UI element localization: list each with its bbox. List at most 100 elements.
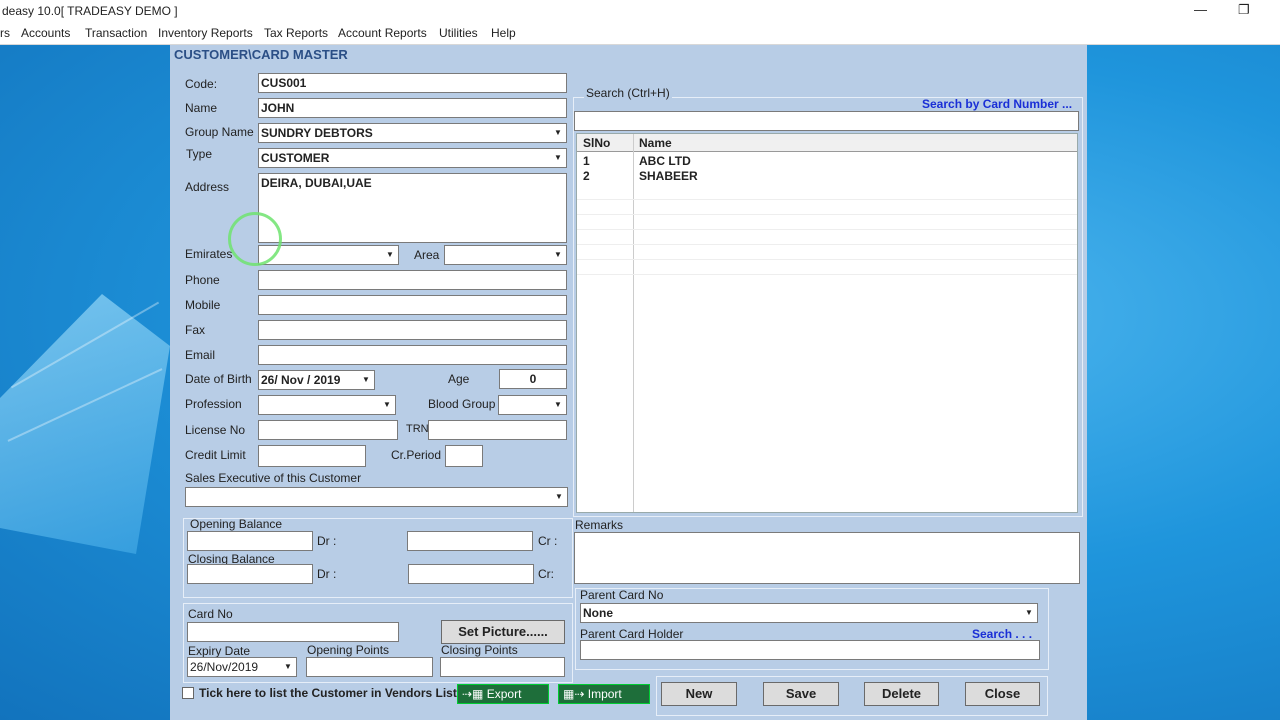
phone-label: Phone [185,273,220,287]
card-no-input[interactable] [187,622,399,642]
grid-line [577,199,1077,200]
opening-cr-input[interactable] [407,531,533,551]
remarks-label: Remarks [575,518,624,532]
parent-card-no-select[interactable]: None ▼ [580,603,1038,623]
closing-dr-input[interactable] [187,564,313,584]
customer-grid: SlNo Name 1 ABC LTD 2 SHABEER [576,133,1078,513]
search-input[interactable] [574,111,1079,131]
mobile-input[interactable] [258,295,567,315]
chevron-down-icon[interactable]: ▼ [551,397,565,413]
import-label: Import [587,687,622,701]
chevron-down-icon[interactable]: ▼ [281,659,295,675]
menu-item-utilities[interactable]: Utilities [439,26,478,40]
sales-executive-label: Sales Executive of this Customer [185,471,362,485]
chevron-down-icon[interactable]: ▼ [383,247,397,263]
name-input[interactable]: JOHN [258,98,567,118]
trn-label: TRN [406,423,429,435]
background-logo-shape [0,294,170,554]
col-name[interactable]: Name [639,136,672,150]
age-input[interactable]: 0 [499,369,567,389]
credit-limit-input[interactable] [258,445,366,467]
col-slno[interactable]: SlNo [583,136,610,150]
cr-period-input[interactable] [445,445,483,467]
close-button[interactable]: Close [965,682,1040,706]
minimize-icon[interactable]: — [1194,2,1207,17]
opening-dr-label: Dr : [317,534,337,548]
fax-label: Fax [185,323,206,337]
phone-input[interactable] [258,270,567,290]
fax-input[interactable] [258,320,567,340]
email-label: Email [185,348,216,362]
grid-line [577,214,1077,215]
group-name-value: SUNDRY DEBTORS [261,126,373,140]
chevron-down-icon[interactable]: ▼ [551,150,565,166]
chevron-down-icon[interactable]: ▼ [552,489,566,505]
closing-cr-label: Cr: [538,567,554,581]
code-input[interactable]: CUS001 [258,73,567,93]
row-name: ABC LTD [639,154,691,168]
click-highlight-ring [228,212,282,266]
menu-item-partial[interactable]: rs [0,26,10,40]
chevron-down-icon[interactable]: ▼ [1022,605,1036,621]
export-button[interactable]: ⇢▦ Export [457,684,549,704]
opening-points-input[interactable] [306,657,433,677]
grid-line [577,229,1077,230]
opening-dr-input[interactable] [187,531,313,551]
restore-icon[interactable]: ❐ [1238,2,1250,18]
closing-points-input[interactable] [440,657,565,677]
save-button[interactable]: Save [763,682,839,706]
mobile-label: Mobile [185,298,221,312]
form-title: CUSTOMER\CARD MASTER [174,47,348,62]
group-name-select[interactable]: SUNDRY DEBTORS ▼ [258,123,567,143]
opening-balance-label: Opening Balance [190,517,283,531]
menu-item-help[interactable]: Help [491,26,516,40]
parent-search-link[interactable]: Search . . . [972,627,1032,641]
chevron-down-icon[interactable]: ▼ [551,125,565,141]
menu-item-inventory-reports[interactable]: Inventory Reports [158,26,253,40]
expiry-date-value: 26/Nov/2019 [190,660,259,674]
grid-divider [633,134,634,512]
grid-line [577,244,1077,245]
delete-button[interactable]: Delete [864,682,939,706]
email-input[interactable] [258,345,567,365]
set-picture-button[interactable]: Set Picture...... [441,620,565,644]
import-button[interactable]: ▦⇢ Import [558,684,650,704]
type-select[interactable]: CUSTOMER ▼ [258,148,567,168]
trn-input[interactable] [428,420,567,440]
row-name: SHABEER [639,169,698,183]
chevron-down-icon[interactable]: ▼ [551,247,565,263]
search-by-card-link[interactable]: Search by Card Number ... [922,97,1072,111]
address-label: Address [185,180,230,194]
row-slno: 1 [583,154,590,168]
type-value: CUSTOMER [261,151,330,165]
export-label: Export [486,687,522,701]
cr-period-label: Cr.Period [391,448,442,462]
sales-executive-select[interactable]: ▼ [185,487,568,507]
expiry-date-picker[interactable]: 26/Nov/2019 ▼ [187,657,297,677]
excel-export-icon: ⇢▦ [462,687,487,701]
menu-item-tax-reports[interactable]: Tax Reports [264,26,328,40]
chevron-down-icon[interactable]: ▼ [380,397,394,413]
parent-card-no-value: None [583,606,613,620]
type-label: Type [186,147,213,161]
address-textarea[interactable]: DEIRA, DUBAI,UAE [258,173,567,243]
dob-picker[interactable]: 26/ Nov / 2019 ▼ [258,370,375,390]
remarks-textarea[interactable] [574,532,1080,584]
new-button[interactable]: New [661,682,737,706]
area-select[interactable]: ▼ [444,245,567,265]
menu-item-transaction[interactable]: Transaction [85,26,147,40]
dob-value: 26/ Nov / 2019 [261,373,341,387]
license-no-input[interactable] [258,420,398,440]
chevron-down-icon[interactable]: ▼ [359,372,373,388]
vendors-list-checkbox[interactable] [182,687,194,699]
blood-group-select[interactable]: ▼ [498,395,567,415]
menu-item-accounts[interactable]: Accounts [21,26,70,40]
closing-cr-input[interactable] [408,564,534,584]
closing-dr-label: Dr : [317,567,337,581]
parent-card-no-label: Parent Card No [580,588,664,602]
parent-card-holder-label: Parent Card Holder [580,627,684,641]
parent-card-holder-input[interactable] [580,640,1040,660]
profession-select[interactable]: ▼ [258,395,396,415]
age-label: Age [448,372,470,386]
menu-item-account-reports[interactable]: Account Reports [338,26,427,40]
